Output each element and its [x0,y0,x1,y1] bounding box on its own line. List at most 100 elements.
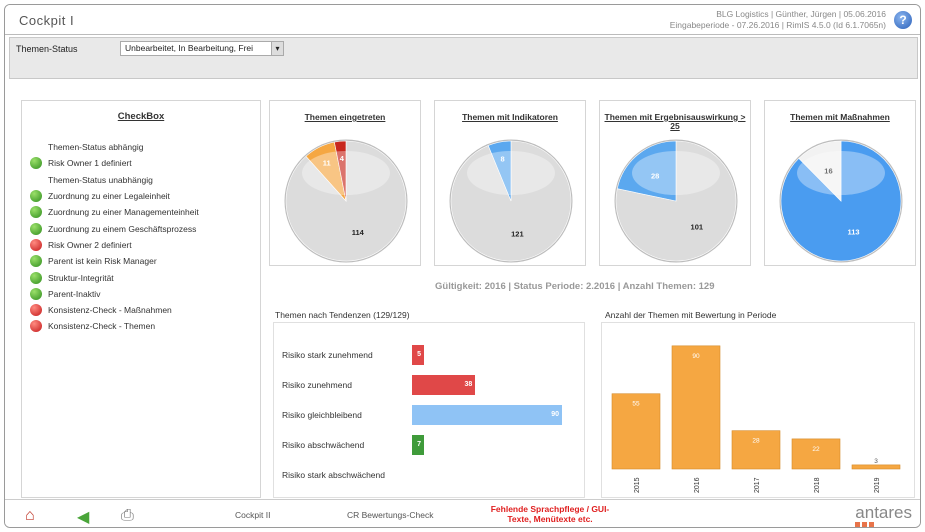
cr-check-link[interactable]: CR Bewertungs-Check [347,510,433,520]
pie-card[interactable]: Themen mit Ergebnisauswirkung > 25 10128 [599,100,751,266]
checkbox-item: Themen-Status abhängig [30,139,256,155]
pie-card[interactable]: Themen mit Indikatoren 1218 [434,100,586,266]
trend-row-label: Risiko abschwächend [282,440,365,450]
warning-line2: Texte, Menütexte etc. [507,514,593,524]
pie-gloss [797,151,885,195]
period-tick-label: 2015 [634,477,641,493]
back-arrow-icon[interactable]: ◀ [77,507,89,527]
chevron-down-icon[interactable]: ▾ [271,42,283,55]
checkbox-item-label: Zuordnung zu einer Legaleinheit [48,191,170,202]
period-bar[interactable] [731,430,781,470]
footer-bar: ⌂ ◀ ⎙ Cockpit II CR Bewertungs-Check Feh… [5,499,920,527]
trend-bar[interactable]: 5 [412,345,424,365]
pie-chart: 114114 [284,139,408,263]
period-chart-svg: 55 2015 90 2016 28 2017 22 2018 3 2019 [611,345,901,493]
checkbox-item: Konsistenz-Check - Maßnahmen [30,302,256,318]
checkbox-item: Konsistenz-Check - Themen [30,318,256,334]
checkbox-item-label: Parent ist kein Risk Manager [48,256,157,267]
checkbox-item-label: Risk Owner 1 definiert [48,158,132,169]
session-info-line1: BLG Logistics | Günther, Jürgen | 05.06.… [716,9,886,19]
checkbox-item: Parent-Inaktiv [30,286,256,302]
period-tick-label: 2017 [754,477,761,493]
pie-slice-label: 114 [352,228,365,237]
period-bar[interactable] [791,438,841,470]
red-status-icon [30,304,42,317]
checkbox-list: Themen-Status abhängig Risk Owner 1 defin… [30,139,256,335]
checkbox-item: Zuordnung zu einer Legaleinheit [30,188,256,204]
period-bar-label: 22 [812,446,820,453]
checkbox-item: Zuordnung zu einem Geschäftsprozess [30,220,256,236]
red-status-icon [30,320,42,333]
checkbox-item-label: Struktur-Integrität [48,272,114,283]
checkbox-item: Risk Owner 2 definiert [30,237,256,253]
pie-chart: 10128 [614,139,738,263]
missing-translation-warning: Fehlende Sprachpflege / GUI- Texte, Menü… [470,504,630,524]
help-icon[interactable]: ? [894,11,912,29]
period-bar-label: 3 [874,458,878,465]
warning-line1: Fehlende Sprachpflege / GUI- [490,504,610,514]
period-bar-label: 90 [692,353,700,360]
trend-row-label: Risiko stark abschwächend [282,470,385,480]
logo-squares [855,522,874,527]
pie-gloss [467,151,555,195]
green-status-icon [30,271,42,284]
trend-bar[interactable]: 90 [412,405,562,425]
green-status-icon [30,255,42,268]
period-bar[interactable] [671,345,721,470]
period-tick-label: 2016 [694,477,701,493]
trend-chart: Risiko stark zunehmend 5 Risiko zunehmend 3… [273,322,585,498]
green-status-icon [30,287,42,300]
checkbox-item-label: Themen-Status abhängig [48,142,144,153]
antares-logo: antares [855,503,912,522]
cockpit-ii-link[interactable]: Cockpit II [235,510,270,520]
checkbox-item-label: Themen-Status unabhängig [48,174,153,185]
pie-slice-label: 121 [511,229,524,238]
checkbox-item-label: Konsistenz-Check - Maßnahmen [48,305,172,316]
trend-bar[interactable]: 38 [412,375,476,395]
checkbox-item: Zuordnung zu einer Managementeinheit [30,204,256,220]
checkbox-panel: CheckBox Themen-Status abhängig Risk Owne… [21,100,261,498]
title-bar: Cockpit I BLG Logistics | Günther, Jürge… [5,5,920,35]
app-window: Cockpit I BLG Logistics | Günther, Jürge… [4,4,921,528]
pie-title: Themen mit Ergebnisauswirkung > 25 [604,112,746,131]
home-icon[interactable]: ⌂ [25,507,35,525]
checkbox-item-label: Zuordnung zu einem Geschäftsprozess [48,223,197,234]
pie-gloss [632,151,720,195]
checkbox-title: CheckBox [117,111,165,122]
session-info: BLG Logistics | Günther, Jürgen | 05.06.… [670,9,886,31]
trend-row-label: Risiko gleichbleibend [282,410,362,420]
green-status-icon [30,206,42,219]
checkbox-item: Struktur-Integrität [30,269,256,285]
pie-gloss [302,151,390,195]
period-chart-title: Anzahl der Themen mit Bewertung in Perio… [605,310,777,320]
pie-title: Themen mit Indikatoren [462,112,558,122]
filter-label: Themen-Status [16,44,78,54]
period-chart: 55 2015 90 2016 28 2017 22 2018 3 2019 [601,322,915,498]
pie-title: Themen eingetreten [304,112,386,122]
green-status-icon [30,222,42,235]
pie-card[interactable]: Themen eingetreten 114114 [269,100,421,266]
print-icon[interactable]: ⎙ [121,507,134,525]
status-filter-value: Unbearbeitet, In Bearbeitung, Frei [125,43,254,53]
pie-chart: 11316 [779,139,903,263]
pie-slice-label: 113 [847,228,859,237]
pie-card[interactable]: Themen mit Maßnahmen 11316 [764,100,916,266]
period-tick-label: 2018 [814,477,821,493]
checkbox-item: Parent ist kein Risk Manager [30,253,256,269]
trend-bar[interactable]: 7 [412,435,424,455]
period-bar[interactable] [851,464,901,470]
validity-summary: Gültigkeit: 2016 | Status Periode: 2.201… [435,281,715,292]
trend-row-label: Risiko stark zunehmend [282,350,373,360]
trend-chart-title: Themen nach Tendenzen (129/129) [275,310,410,320]
pie-slice-label: 101 [691,223,704,232]
checkbox-item-label: Risk Owner 2 definiert [48,239,132,250]
status-filter-select[interactable]: Unbearbeitet, In Bearbeitung, Frei ▾ [120,41,284,56]
checkbox-item: Risk Owner 1 definiert [30,155,256,171]
trend-row-label: Risiko zunehmend [282,380,352,390]
session-info-line2: Eingabeperiode - 07.26.2016 | RimIS 4.5.… [669,20,886,30]
green-status-icon [30,190,42,203]
period-tick-label: 2019 [874,477,881,493]
period-bar-label: 55 [632,401,640,408]
filter-bar: Themen-Status Unbearbeitet, In Bearbeitu… [9,37,918,79]
app-title: Cockpit I [19,13,75,28]
